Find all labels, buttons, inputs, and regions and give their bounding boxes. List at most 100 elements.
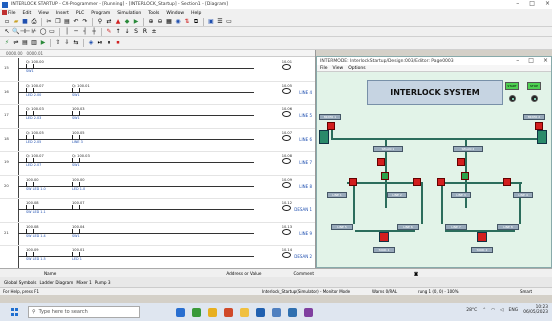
ladder-contact[interactable]: 100.07 [72,201,85,210]
ladder-coil[interactable]: 10.01 [281,60,292,70]
hmi-maximize-button[interactable]: □ [528,57,534,64]
cx-programmer-icon[interactable] [256,307,265,317]
online-edit-icon[interactable]: ✎ [105,28,113,36]
vertical-line-icon[interactable]: │ [63,28,71,36]
ladder-rung[interactable]: 18 Q: 100.05 LED 2.05 100.05 LINE 3 10.07 LINE… [0,128,315,152]
watch-icon[interactable]: ◉ [174,18,182,26]
valve-mixer-2-icon[interactable] [535,122,543,130]
transfer-to-plc-icon[interactable]: ⇧ [54,39,62,47]
ladder-contact[interactable]: Q: 100.03 SW1 [72,154,90,167]
office-icon[interactable] [224,307,233,317]
new-file-icon[interactable]: ▫ [3,18,11,26]
taskbar-search[interactable]: ⚲ Type here to search [28,306,140,318]
symbols-icon[interactable]: ☰ [216,18,224,26]
ladder-rung[interactable]: 19 Q: 100.07 LED 2.07 Q: 100.03 SW1 10.08 LINE… [0,152,315,176]
valve-mixer-1-icon[interactable] [327,122,335,130]
program-mode-icon[interactable]: ▤ [21,39,29,47]
ladder-coil[interactable]: 10.05 [281,84,292,94]
valve-1-icon[interactable] [377,158,385,166]
simulator-icon[interactable] [288,307,297,317]
ladder-rung[interactable]: 15 Q: 100.00 SW1 10.01 [0,58,315,82]
cut-icon[interactable]: ✂ [45,18,53,26]
language-indicator[interactable]: ENG [509,308,519,313]
transfer-from-plc-icon[interactable]: ⇩ [63,39,71,47]
ladder-contact[interactable]: 100.04 SW1 [72,225,85,238]
copy-icon[interactable]: ❐ [54,18,62,26]
hmi-menu-view[interactable]: View [333,66,344,71]
work-online-icon[interactable]: ⚡ [3,39,11,47]
ladder-contact[interactable]: Q: 100.03 LED 2.03 [26,107,44,120]
stop-button[interactable]: STOP [527,82,541,90]
menu-simulation[interactable]: Simulation [117,11,141,16]
rung-icon[interactable]: ┤ [81,28,89,36]
menu-plc[interactable]: PLC [76,11,84,16]
coil-icon[interactable]: ◯ [39,28,47,36]
ladder-contact[interactable]: 100.08 SW LED 1.4 [26,225,46,238]
ladder-contact[interactable]: 100.00 LED 1.0 [72,178,85,191]
ladder-coil[interactable]: 10.12 [281,201,292,211]
start-button[interactable]: START [505,82,519,90]
maximize-button[interactable]: □ [529,0,535,7]
contact-no-icon[interactable]: ⊣⊢ [20,28,30,36]
open-folder-icon[interactable]: ▰ [12,18,20,26]
branch-icon[interactable]: ┼ [90,28,98,36]
contact-nc-icon[interactable]: ⊬ [30,28,38,36]
valve-5-icon[interactable] [437,178,445,186]
valve-8-icon[interactable] [461,172,469,180]
force-off-icon[interactable]: ↓ [123,28,131,36]
edge-icon[interactable] [176,307,185,317]
force-on-icon[interactable]: ↑ [114,28,122,36]
pause-icon[interactable]: ⏸ [105,39,113,47]
undo-icon[interactable]: ↶ [72,18,80,26]
output-panel-icon[interactable]: ◙ [414,271,418,276]
volume-icon[interactable]: ◁ [500,308,503,313]
ladder-contact[interactable]: Q: 100.01 SW1 [72,84,90,97]
menu-view[interactable]: View [38,11,49,16]
auto-online-icon[interactable]: ⇌ [12,39,20,47]
tab-pump-3[interactable]: Pump 3 [95,280,111,285]
ladder-rung[interactable]: 17 Q: 100.03 LED 2.03 100.03 SW1 10.06 LINE 5 [0,105,315,129]
valve-3-icon[interactable] [349,178,357,186]
hmi-minimize-button[interactable]: – [516,57,519,64]
go-online-icon[interactable]: ▲ [114,18,122,26]
run-icon[interactable]: ▶ [132,18,140,26]
grid-icon[interactable]: ▦ [165,18,173,26]
menu-tools[interactable]: Tools [148,11,159,16]
paste-icon[interactable]: ▤ [63,18,71,26]
valve-4-icon[interactable] [413,178,421,186]
ladder-contact[interactable]: 100.08 SW LED 1.1 [26,201,46,214]
zoom-out-icon[interactable]: ⊖ [156,18,164,26]
ladder-diagram[interactable]: 0000.00 0000.01 15 Q: 100.00 SW1 10.01 16 Q: … [0,50,316,268]
find-icon[interactable]: ⚲ [96,18,104,26]
reset-icon[interactable]: R [141,28,149,36]
valve-6-icon[interactable] [503,178,511,186]
ladder-rung[interactable]: 20 100.00 SW LED 1.0 100.00 LED 1.0 10.09 LINE… [0,175,315,199]
instruction-icon[interactable]: ▭ [48,28,56,36]
ladder-contact[interactable]: 100.05 LINE 3 [72,131,85,144]
ladder-contact[interactable]: Q: 100.07 LED 2.07 [26,154,44,167]
ladder-contact[interactable]: 100.09 SW LED 1.5 [26,248,46,261]
horizontal-line-icon[interactable]: ─ [72,28,80,36]
output-icon[interactable]: ▭ [225,18,233,26]
ladder-coil[interactable]: 10.13 [281,225,292,235]
hmi-menu-file[interactable]: File [320,66,328,71]
ladder-contact[interactable]: Q: 100.05 LED 2.05 [26,131,44,144]
ladder-coil[interactable]: 10.09 [281,178,292,188]
folder-icon[interactable] [240,307,249,317]
section-icon[interactable]: ▣ [207,18,215,26]
valve-2-icon[interactable] [457,158,465,166]
run-mode-icon[interactable]: ▶ [39,39,47,47]
ladder-contact[interactable]: 100.00 SW LED 1.0 [26,178,46,191]
ladder-coil[interactable]: 10.06 [281,107,292,117]
redo-icon[interactable]: ↷ [81,18,89,26]
ladder-coil[interactable]: 10.07 [281,131,292,141]
hmi-close-button[interactable]: × [543,57,548,64]
hmi-menu-options[interactable]: Options [348,66,365,71]
app-icon-purple[interactable] [304,307,313,317]
compare-icon[interactable]: ⧉ [192,18,200,26]
ladder-contact[interactable]: 100.03 SW1 [72,107,85,120]
windows-start-button[interactable] [8,305,22,319]
simulation-icon[interactable]: ◈ [87,39,95,47]
tray-chevron-icon[interactable]: ⌃ [482,308,486,313]
monitor-mode-icon[interactable]: ▥ [30,39,38,47]
